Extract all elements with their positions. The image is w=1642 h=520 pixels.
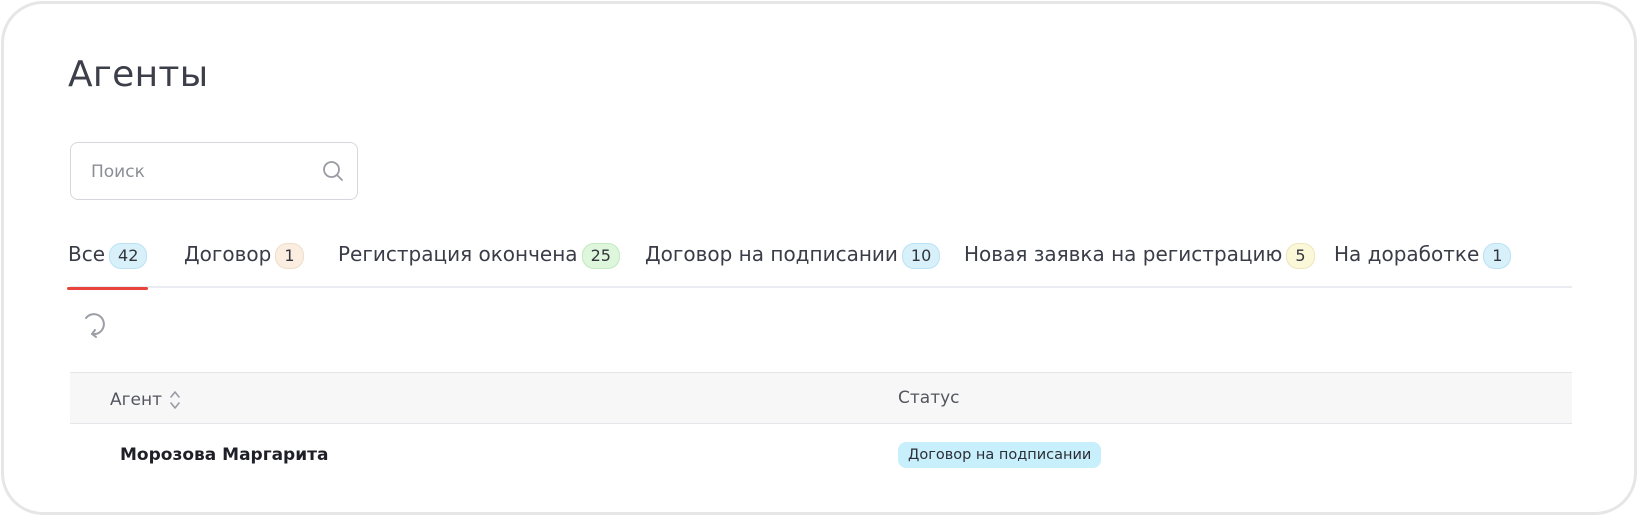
tab-contract-signing[interactable]: Договор на подписании 10 [645, 242, 941, 286]
tab-count-badge: 1 [275, 243, 304, 269]
column-header-agent[interactable]: Агент [110, 388, 182, 412]
refresh-icon[interactable] [80, 308, 108, 340]
table-row[interactable]: Морозова Маргарита Договор на подписании [70, 425, 1572, 487]
tab-label: Новая заявка на регистрацию [964, 242, 1283, 266]
tab-registration-finished[interactable]: Регистрация окончена 25 [338, 242, 620, 286]
page-title: Агенты [68, 54, 209, 95]
status-tabs: Все 42 Договор 1 Регистрация окончена 25… [66, 232, 1572, 290]
tab-count-badge: 1 [1483, 243, 1512, 269]
tab-label: Регистрация окончена [338, 242, 578, 266]
tab-contract[interactable]: Договор 1 [184, 242, 304, 286]
tab-count-badge: 10 [901, 243, 941, 269]
tab-count-badge: 5 [1286, 243, 1315, 269]
tab-label: Договор на подписании [645, 242, 898, 266]
column-header-label: Агент [110, 390, 163, 410]
tab-label: На доработке [1334, 242, 1480, 266]
agents-card: Агенты Все 42 Договор 1 Регистрация окон… [1, 1, 1637, 515]
tab-on-revision[interactable]: На доработке 1 [1334, 242, 1512, 286]
tab-count-badge: 42 [109, 243, 148, 269]
tab-label: Все [68, 242, 106, 266]
tab-count-badge: 25 [581, 243, 620, 269]
search-icon[interactable] [321, 159, 345, 183]
column-header-status: Статус [898, 388, 960, 408]
search-box[interactable] [70, 142, 358, 200]
status-badge: Договор на подписании [898, 442, 1102, 468]
search-input[interactable] [89, 143, 313, 200]
table-header: Агент Статус [70, 372, 1572, 424]
tab-label: Договор [184, 242, 272, 266]
tab-new-registration-request[interactable]: Новая заявка на регистрацию 5 [964, 242, 1315, 286]
tab-all[interactable]: Все 42 [66, 242, 149, 290]
agent-name[interactable]: Морозова Маргарита [120, 445, 328, 465]
sort-icon[interactable] [168, 388, 182, 412]
